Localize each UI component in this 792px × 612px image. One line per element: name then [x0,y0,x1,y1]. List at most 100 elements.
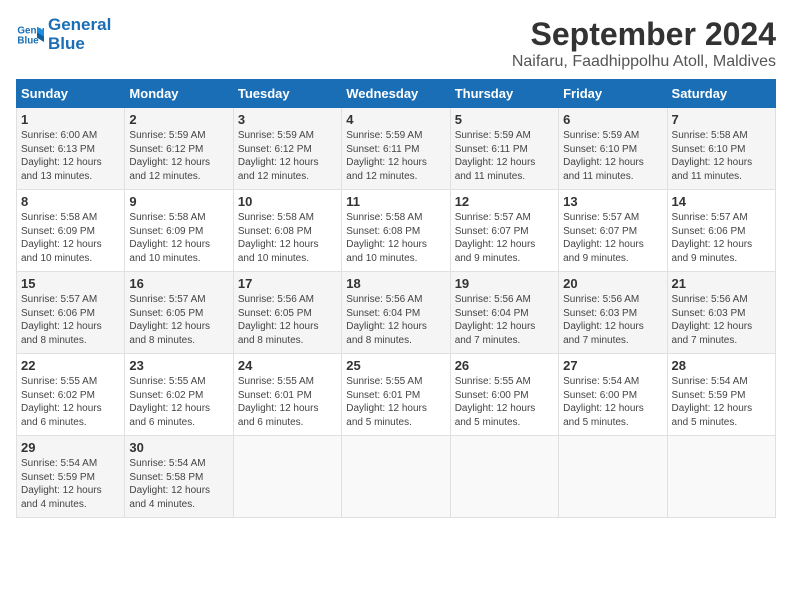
day-info: Sunrise: 5:57 AM Sunset: 6:07 PM Dayligh… [563,211,662,265]
day-number: 2 [129,112,228,127]
day-number: 25 [346,358,445,373]
calendar-cell: 18 Sunrise: 5:56 AM Sunset: 6:04 PM Dayli… [342,272,450,354]
day-info: Sunrise: 5:57 AM Sunset: 6:05 PM Dayligh… [129,293,228,347]
week-row-5: 29 Sunrise: 5:54 AM Sunset: 5:59 PM Dayli… [17,436,776,518]
weekday-header-tuesday: Tuesday [233,80,341,108]
month-title: September 2024 [512,16,776,53]
day-info: Sunrise: 5:59 AM Sunset: 6:10 PM Dayligh… [563,129,662,183]
calendar-cell: 20 Sunrise: 5:56 AM Sunset: 6:03 PM Dayli… [559,272,667,354]
calendar-cell: 2Sunrise: 5:59 AM Sunset: 6:12 PM Daylig… [125,108,233,190]
day-info: Sunrise: 5:58 AM Sunset: 6:08 PM Dayligh… [346,211,445,265]
day-number: 20 [563,276,662,291]
weekday-header-wednesday: Wednesday [342,80,450,108]
day-info: Sunrise: 5:55 AM Sunset: 6:01 PM Dayligh… [238,375,337,429]
calendar-cell: 4Sunrise: 5:59 AM Sunset: 6:11 PM Daylig… [342,108,450,190]
calendar-cell: 6 Sunrise: 5:59 AM Sunset: 6:10 PM Daylig… [559,108,667,190]
logo-general: General [48,16,111,35]
day-number: 24 [238,358,337,373]
day-number: 17 [238,276,337,291]
day-info: Sunrise: 5:57 AM Sunset: 6:07 PM Dayligh… [455,211,554,265]
day-number: 3 [238,112,337,127]
weekday-header-row: SundayMondayTuesdayWednesdayThursdayFrid… [17,80,776,108]
day-info: Sunrise: 5:57 AM Sunset: 6:06 PM Dayligh… [672,211,771,265]
day-number: 13 [563,194,662,209]
calendar-cell: 22 Sunrise: 5:55 AM Sunset: 6:02 PM Dayli… [17,354,125,436]
calendar-cell: 16 Sunrise: 5:57 AM Sunset: 6:05 PM Dayli… [125,272,233,354]
day-number: 6 [563,112,662,127]
calendar-cell: 17 Sunrise: 5:56 AM Sunset: 6:05 PM Dayli… [233,272,341,354]
day-info: Sunrise: 5:56 AM Sunset: 6:04 PM Dayligh… [455,293,554,347]
day-number: 21 [672,276,771,291]
calendar-cell: 12 Sunrise: 5:57 AM Sunset: 6:07 PM Dayli… [450,190,558,272]
day-number: 8 [21,194,120,209]
calendar-cell: 1 Sunrise: 6:00 AM Sunset: 6:13 PM Daylig… [17,108,125,190]
day-number: 4 [346,112,445,127]
calendar-cell: 7 Sunrise: 5:58 AM Sunset: 6:10 PM Daylig… [667,108,775,190]
calendar-cell: 27Sunrise: 5:54 AM Sunset: 6:00 PM Dayli… [559,354,667,436]
week-row-2: 8 Sunrise: 5:58 AM Sunset: 6:09 PM Daylig… [17,190,776,272]
day-info: Sunrise: 5:57 AM Sunset: 6:06 PM Dayligh… [21,293,120,347]
day-number: 26 [455,358,554,373]
day-info: Sunrise: 5:56 AM Sunset: 6:03 PM Dayligh… [563,293,662,347]
day-info: Sunrise: 5:54 AM Sunset: 5:59 PM Dayligh… [672,375,771,429]
weekday-header-thursday: Thursday [450,80,558,108]
day-info: Sunrise: 5:54 AM Sunset: 6:00 PM Dayligh… [563,375,662,429]
calendar-cell: 25Sunrise: 5:55 AM Sunset: 6:01 PM Dayli… [342,354,450,436]
day-number: 23 [129,358,228,373]
week-row-4: 22 Sunrise: 5:55 AM Sunset: 6:02 PM Dayli… [17,354,776,436]
day-info: Sunrise: 5:59 AM Sunset: 6:11 PM Dayligh… [455,129,554,183]
weekday-header-sunday: Sunday [17,80,125,108]
location-subtitle: Naifaru, Faadhippolhu Atoll, Maldives [512,53,776,71]
day-info: Sunrise: 5:56 AM Sunset: 6:04 PM Dayligh… [346,293,445,347]
calendar-cell: 5Sunrise: 5:59 AM Sunset: 6:11 PM Daylig… [450,108,558,190]
calendar-cell: 29 Sunrise: 5:54 AM Sunset: 5:59 PM Dayli… [17,436,125,518]
day-info: Sunrise: 5:58 AM Sunset: 6:09 PM Dayligh… [129,211,228,265]
day-number: 16 [129,276,228,291]
calendar-cell [233,436,341,518]
day-info: Sunrise: 5:55 AM Sunset: 6:02 PM Dayligh… [129,375,228,429]
day-number: 19 [455,276,554,291]
calendar-cell: 26 Sunrise: 5:55 AM Sunset: 6:00 PM Dayli… [450,354,558,436]
day-info: Sunrise: 5:55 AM Sunset: 6:02 PM Dayligh… [21,375,120,429]
day-number: 11 [346,194,445,209]
day-number: 7 [672,112,771,127]
day-info: Sunrise: 5:54 AM Sunset: 5:59 PM Dayligh… [21,457,120,511]
calendar-cell: 14 Sunrise: 5:57 AM Sunset: 6:06 PM Dayli… [667,190,775,272]
title-area: September 2024 Naifaru, Faadhippolhu Ato… [512,16,776,71]
day-info: Sunrise: 5:58 AM Sunset: 6:09 PM Dayligh… [21,211,120,265]
day-info: Sunrise: 5:55 AM Sunset: 6:00 PM Dayligh… [455,375,554,429]
day-number: 9 [129,194,228,209]
calendar-cell: 8 Sunrise: 5:58 AM Sunset: 6:09 PM Daylig… [17,190,125,272]
calendar-cell: 15 Sunrise: 5:57 AM Sunset: 6:06 PM Dayli… [17,272,125,354]
week-row-3: 15 Sunrise: 5:57 AM Sunset: 6:06 PM Dayli… [17,272,776,354]
weekday-header-saturday: Saturday [667,80,775,108]
day-info: Sunrise: 5:59 AM Sunset: 6:12 PM Dayligh… [238,129,337,183]
header: General Blue General Blue September 2024… [16,16,776,71]
week-row-1: 1 Sunrise: 6:00 AM Sunset: 6:13 PM Daylig… [17,108,776,190]
calendar-cell: 23 Sunrise: 5:55 AM Sunset: 6:02 PM Dayli… [125,354,233,436]
day-info: Sunrise: 5:54 AM Sunset: 5:58 PM Dayligh… [129,457,228,511]
day-number: 15 [21,276,120,291]
calendar-cell [667,436,775,518]
day-info: Sunrise: 6:00 AM Sunset: 6:13 PM Dayligh… [21,129,120,183]
calendar-cell: 19 Sunrise: 5:56 AM Sunset: 6:04 PM Dayli… [450,272,558,354]
day-number: 1 [21,112,120,127]
calendar-cell [450,436,558,518]
day-info: Sunrise: 5:58 AM Sunset: 6:08 PM Dayligh… [238,211,337,265]
day-number: 30 [129,440,228,455]
day-number: 12 [455,194,554,209]
day-number: 14 [672,194,771,209]
calendar-cell: 30 Sunrise: 5:54 AM Sunset: 5:58 PM Dayli… [125,436,233,518]
day-number: 18 [346,276,445,291]
logo-blue: Blue [48,35,111,54]
logo-icon: General Blue [16,21,44,49]
weekday-header-friday: Friday [559,80,667,108]
day-info: Sunrise: 5:56 AM Sunset: 6:05 PM Dayligh… [238,293,337,347]
calendar-cell [559,436,667,518]
logo: General Blue General Blue [16,16,111,53]
day-number: 28 [672,358,771,373]
calendar-cell: 13 Sunrise: 5:57 AM Sunset: 6:07 PM Dayli… [559,190,667,272]
day-info: Sunrise: 5:58 AM Sunset: 6:10 PM Dayligh… [672,129,771,183]
day-number: 22 [21,358,120,373]
day-number: 29 [21,440,120,455]
